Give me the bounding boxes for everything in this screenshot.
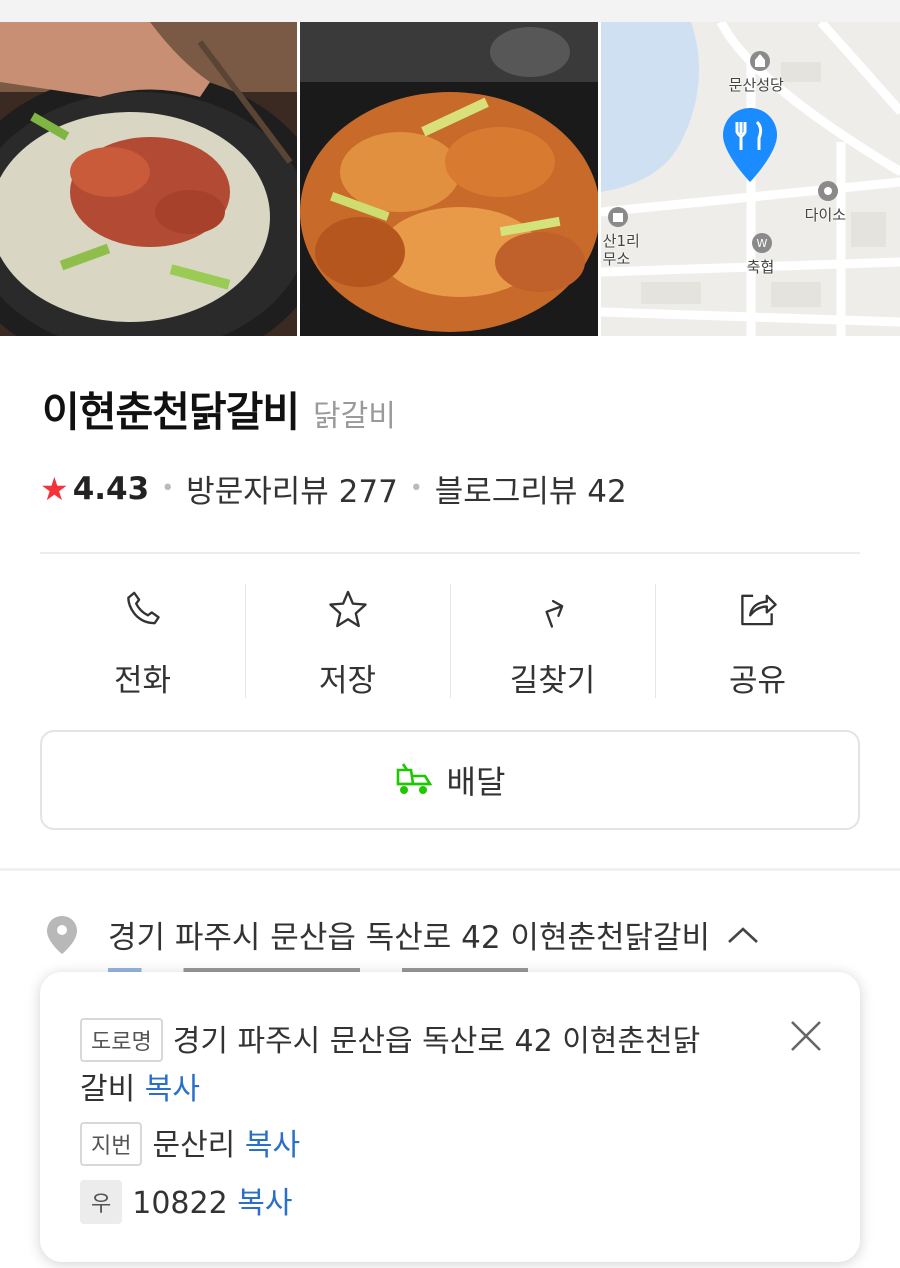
action-bar: 전화 저장 길찾기 공유 xyxy=(40,584,860,700)
jibun-address-line: 지번 문산리 복사 xyxy=(80,1120,300,1169)
map-label-office-2: 무소 xyxy=(602,250,631,268)
divider xyxy=(40,552,860,554)
visitor-reviews-link[interactable]: 방문자리뷰 277 xyxy=(186,466,398,511)
zip-line: 우 10822 복사 xyxy=(80,1178,292,1227)
jibun-tag: 지번 xyxy=(80,1121,143,1166)
place-category: 닭갈비 xyxy=(313,399,396,434)
jibun-text: 문산리 xyxy=(152,1128,236,1163)
road-address-line-2: 갈비 복사 xyxy=(80,1064,200,1108)
blog-reviews-link[interactable]: 블로그리뷰 42 xyxy=(435,466,627,511)
call-button[interactable]: 전화 xyxy=(40,584,245,700)
save-button[interactable]: 저장 xyxy=(245,584,450,700)
map-thumbnail[interactable]: 문산성당 다이소 산1리 무소 W 축협 xyxy=(600,22,900,336)
church-icon xyxy=(749,51,770,71)
rating-score: 4.43 xyxy=(72,470,150,507)
separator-dot: • xyxy=(409,476,423,501)
address-detail-popup: 도로명 경기 파주시 문산읍 독산로 42 이현춘천닭 갈비 복사 지번 문산리 복… xyxy=(40,972,860,1262)
map-label-daiso: 다이소 xyxy=(804,206,847,224)
delivery-truck-icon xyxy=(396,763,432,794)
phone-icon xyxy=(126,591,160,625)
zip-tag: 우 xyxy=(80,1179,123,1224)
road-address-line: 도로명 경기 파주시 문산읍 독산로 42 이현춘천닭 xyxy=(80,1016,700,1065)
office-marker-icon xyxy=(607,207,628,227)
rating-row: ★ 4.43 • 방문자리뷰 277 • 블로그리뷰 42 xyxy=(40,466,627,511)
restaurant-pin-icon xyxy=(722,108,777,182)
place-header: 이현춘천닭갈비 닭갈비 xyxy=(42,378,396,438)
delivery-button[interactable]: 배달 xyxy=(40,730,860,830)
photo-strip: 문산성당 다이소 산1리 무소 W 축협 xyxy=(0,22,900,336)
place-title: 이현춘천닭갈비 xyxy=(42,388,300,436)
food-photo-1[interactable] xyxy=(0,22,298,336)
road-address-text-2: 갈비 xyxy=(80,1072,136,1107)
share-label: 공유 xyxy=(728,663,787,699)
food-photo-2[interactable] xyxy=(300,22,598,336)
status-bar-strip xyxy=(0,0,900,22)
food-photo-2-image xyxy=(300,22,598,336)
daiso-marker-icon xyxy=(817,181,838,201)
separator-dot: • xyxy=(161,476,175,501)
delivery-label: 배달 xyxy=(446,763,506,801)
share-button[interactable]: 공유 xyxy=(655,584,860,700)
directions-icon xyxy=(544,599,563,628)
map-label-cathedral: 문산성당 xyxy=(728,76,784,94)
map-label-coop: 축협 xyxy=(746,258,775,276)
copy-jibun-button[interactable]: 복사 xyxy=(245,1128,300,1163)
road-address-tag: 도로명 xyxy=(80,1017,163,1062)
close-icon[interactable] xyxy=(788,1018,824,1054)
address-row[interactable]: 경기 파주시 문산읍 독산로 42 이현춘천닭갈비 xyxy=(44,912,864,957)
copy-road-address-button[interactable]: 복사 xyxy=(145,1072,200,1107)
star-icon xyxy=(328,590,367,628)
svg-text:W: W xyxy=(756,237,767,250)
chevron-up-icon[interactable] xyxy=(726,924,760,946)
save-label: 저장 xyxy=(318,663,377,699)
call-label: 전화 xyxy=(113,663,172,699)
directions-label: 길찾기 xyxy=(509,663,596,699)
zip-text: 10822 xyxy=(132,1186,228,1221)
address-summary: 경기 파주시 문산읍 독산로 42 이현춘천닭갈비 xyxy=(108,920,711,956)
share-icon xyxy=(740,594,777,626)
directions-button[interactable]: 길찾기 xyxy=(450,584,655,700)
copy-zip-button[interactable]: 복사 xyxy=(237,1186,292,1221)
coop-marker-icon: W xyxy=(751,233,772,253)
section-separator xyxy=(0,868,900,871)
road-address-text-1: 경기 파주시 문산읍 독산로 42 이현춘천닭 xyxy=(172,1024,701,1059)
rating-star-icon: ★ xyxy=(40,469,69,508)
location-pin-icon xyxy=(47,915,77,954)
food-photo-1-image xyxy=(0,22,298,336)
